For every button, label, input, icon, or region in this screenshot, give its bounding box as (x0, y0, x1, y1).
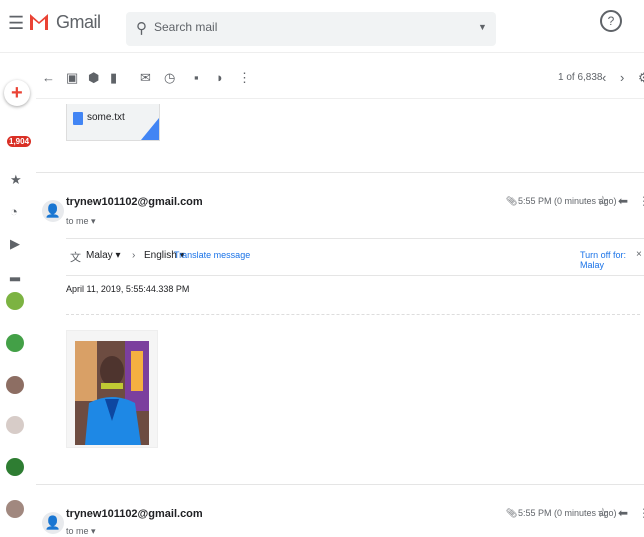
plus-icon: + (11, 82, 23, 104)
source-language-dropdown[interactable]: Malay ▾ (86, 250, 121, 261)
translate-icon: 文 (70, 252, 81, 264)
snooze-icon[interactable]: ◔ (10, 204, 18, 219)
move-to-icon[interactable]: ▪ (194, 70, 199, 85)
more-vert-icon[interactable]: ⋮ (238, 70, 251, 86)
avatar[interactable] (6, 334, 24, 352)
reply-icon[interactable]: ⬅ (618, 506, 628, 520)
message-toolbar: ← ▣ ⬢ ▮ ✉ ◷ ▪ ◗ ⋮ 1 of 6,838 ‹ › ⚙ (36, 58, 644, 99)
avatar[interactable] (6, 416, 24, 434)
gmail-logo-icon[interactable] (28, 10, 50, 32)
search-options-icon[interactable]: ▼ (478, 22, 487, 32)
document-icon (73, 112, 83, 125)
close-icon[interactable]: × (636, 249, 642, 260)
attachment-name: some.txt (87, 112, 125, 123)
delete-icon[interactable]: ▮ (110, 70, 117, 86)
avatar[interactable] (6, 500, 24, 518)
inbox-count-badge: 1,904 (7, 136, 32, 147)
snooze-icon[interactable]: ◷ (164, 70, 175, 86)
message-body-text: April 11, 2019, 5:55:44.338 PM (66, 284, 190, 294)
more-vert-icon[interactable]: ⋮ (638, 506, 644, 520)
drafts-icon[interactable]: ▂ (10, 266, 20, 282)
sender-name[interactable]: trynew101102@gmail.com (66, 196, 203, 208)
reply-icon[interactable]: ⬅ (618, 194, 628, 208)
turn-off-translation-link[interactable]: Turn off for: Malay (580, 250, 644, 270)
label-icon[interactable]: ◗ (216, 70, 224, 85)
sent-icon[interactable]: ▶ (10, 236, 20, 252)
recipient-dropdown[interactable]: to me ▾ (66, 526, 96, 537)
translate-message-link[interactable]: Translate message (174, 250, 250, 260)
message-divider (36, 484, 644, 485)
search-bar[interactable]: ⚲ Search mail ▼ (126, 12, 496, 46)
doc-corner-icon (141, 118, 159, 140)
target-language-label: English (144, 250, 177, 261)
help-icon[interactable]: ? (600, 10, 622, 32)
image-attachment[interactable] (66, 330, 158, 448)
sender-name[interactable]: trynew101102@gmail.com (66, 508, 203, 520)
message-divider (36, 172, 644, 173)
avatar[interactable] (6, 292, 24, 310)
newer-chevron-icon[interactable]: ‹ (602, 70, 606, 85)
app-title: Gmail (56, 12, 101, 32)
avatar[interactable] (6, 376, 24, 394)
sender-avatar: 👤 (42, 200, 64, 222)
photo-thumbnail (75, 341, 149, 445)
recipient-dropdown[interactable]: to me ▾ (66, 216, 96, 227)
search-icon[interactable]: ⚲ (136, 19, 147, 37)
menu-icon[interactable]: ☰ (8, 13, 24, 34)
pager-count: 1 of 6,838 (558, 72, 603, 83)
compose-button[interactable]: + (4, 80, 30, 106)
attachment-clip-icon: 📎︎ (506, 196, 518, 206)
translate-bar: 文 Malay ▾ › English ▾ Translate message … (66, 238, 644, 276)
star-icon[interactable]: ☆ (597, 193, 609, 209)
star-icon[interactable]: ☆ (597, 505, 609, 521)
top-bar: ☰ Gmail ⚲ Search mail ▼ ? (0, 0, 644, 53)
recipient-label: to me (66, 526, 89, 536)
search-input[interactable]: Search mail (154, 20, 217, 34)
attachment-separator (66, 314, 640, 315)
mark-unread-icon[interactable]: ✉ (140, 70, 151, 86)
archive-icon[interactable]: ▣ (66, 70, 78, 86)
attachment-clip-icon: 📎︎ (506, 508, 518, 518)
older-chevron-icon[interactable]: › (620, 70, 624, 85)
sender-avatar: 👤 (42, 512, 64, 534)
report-spam-icon[interactable]: ⬢ (88, 70, 99, 86)
back-arrow-icon[interactable]: ← (42, 70, 55, 85)
chevron-right-icon: › (132, 250, 136, 261)
more-vert-icon[interactable]: ⋮ (638, 194, 644, 208)
attachment-card[interactable]: some.txt (66, 104, 160, 141)
source-language-label: Malay (86, 250, 113, 261)
settings-gear-icon[interactable]: ⚙ (638, 70, 644, 86)
avatar[interactable] (6, 458, 24, 476)
recipient-label: to me (66, 216, 89, 226)
star-icon[interactable]: ★ (10, 172, 22, 188)
